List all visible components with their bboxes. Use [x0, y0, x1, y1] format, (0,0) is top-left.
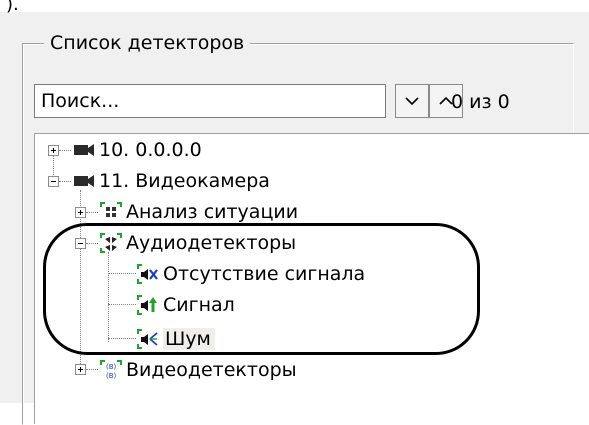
audio-detectors-icon: [100, 233, 122, 253]
tree-line: [108, 338, 136, 339]
tree-item-label: 11. Видеокамера: [99, 170, 270, 192]
search-input[interactable]: [34, 84, 386, 118]
header-fragment: ).: [6, 0, 19, 15]
situation-analysis-icon: [100, 202, 122, 217]
tree-line: [59, 150, 71, 151]
tree-item-label: Сигнал: [163, 294, 235, 316]
collapse-button[interactable]: [75, 238, 86, 249]
tree-line: [86, 369, 98, 370]
tree-item-label: Шум: [163, 328, 215, 350]
tree-item-label: 10. 0.0.0.0: [99, 139, 202, 161]
tree-item-situation-analysis[interactable]: Анализ ситуации: [99, 198, 298, 226]
camera-icon: [74, 144, 94, 156]
detector-list-panel: ). Список детекторов 0 из 0 10. 0.0.0.0 …: [0, 0, 589, 425]
tree-item-label: Видеодетекторы: [126, 359, 297, 381]
tree-line: [59, 181, 71, 182]
tree-item-label: Анализ ситуации: [126, 201, 299, 223]
camera-icon: [74, 175, 94, 187]
tree-item-no-signal[interactable]: Отсутствие сигнала: [136, 260, 365, 288]
expand-button[interactable]: [75, 207, 86, 218]
tree-item-camera-11[interactable]: 11. Видеокамера: [72, 167, 270, 195]
expand-button[interactable]: [75, 364, 86, 375]
tree-line: [108, 273, 136, 274]
tree-item-video-detectors[interactable]: (B) (B) Видеодетекторы: [99, 356, 297, 384]
svg-text:(B): (B): [106, 363, 117, 371]
video-detectors-icon: (B) (B): [100, 360, 122, 380]
speaker-noise-icon: [137, 329, 158, 349]
groupbox-title: Список детекторов: [44, 31, 251, 55]
tree-item-label: Отсутствие сигнала: [163, 263, 366, 285]
tree-item-noise[interactable]: Шум: [136, 325, 215, 353]
tree-line: [108, 304, 136, 305]
tree-item-audio-detectors[interactable]: Аудиодетекторы: [99, 229, 296, 257]
svg-text:(B): (B): [106, 372, 117, 380]
collapse-button[interactable]: [48, 176, 59, 187]
search-result-counter: 0 из 0: [451, 91, 510, 113]
speaker-no-signal-icon: [137, 264, 158, 284]
search-next-button[interactable]: [395, 84, 429, 118]
tree-item-signal[interactable]: Сигнал: [136, 291, 235, 319]
tree-line: [86, 212, 98, 213]
tree-item-camera-10[interactable]: 10. 0.0.0.0: [72, 136, 202, 164]
expand-button[interactable]: [48, 145, 59, 156]
top-strip: ).: [0, 0, 589, 15]
tree-item-label: Аудиодетекторы: [126, 232, 297, 254]
chevron-down-icon: [405, 97, 419, 106]
tree-line: [86, 243, 98, 244]
tree-line: [108, 252, 109, 342]
speaker-signal-icon: [137, 295, 157, 315]
